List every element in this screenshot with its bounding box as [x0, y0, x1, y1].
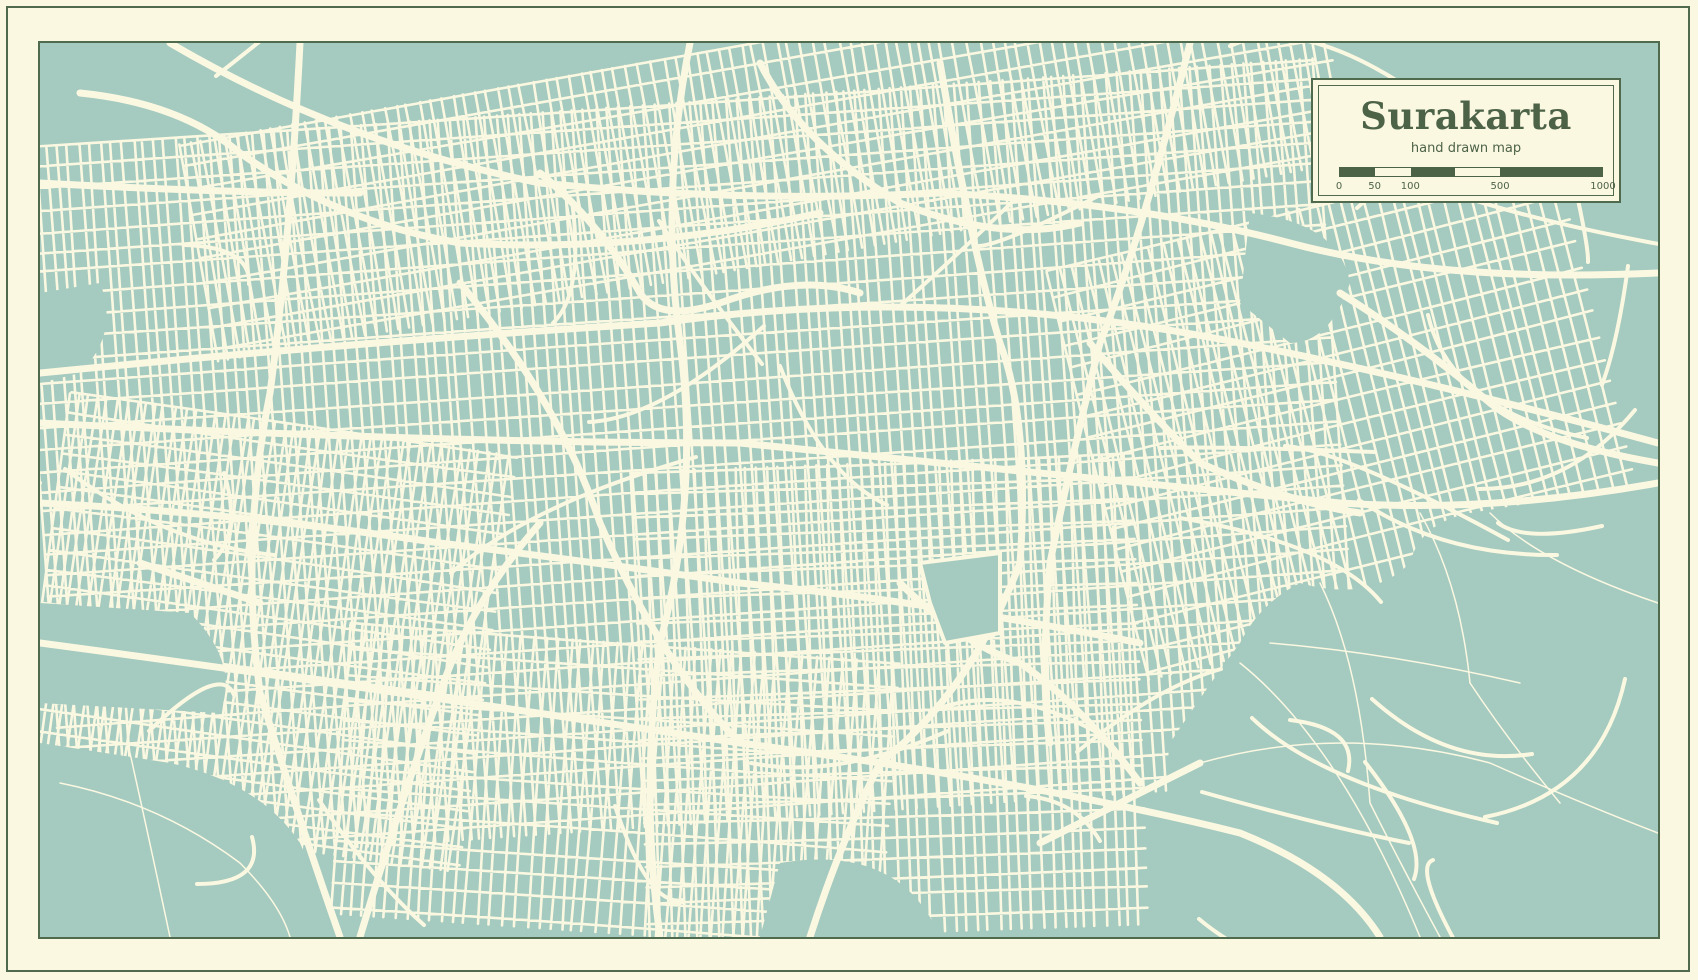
scale-labels: 0 50 100 500 1000 — [1335, 181, 1616, 195]
scale-bar — [1339, 167, 1603, 177]
south-field — [760, 859, 940, 937]
map-subtitle: hand drawn map — [1410, 141, 1522, 156]
map-legend: Surakarta hand drawn map 0 50 100 500 1000 — [1311, 78, 1621, 203]
scale-label: 500 — [1490, 181, 1510, 192]
map-poster: Surakarta hand drawn map 0 50 100 500 1000 — [0, 0, 1698, 980]
scale-bar-segment — [1340, 168, 1376, 176]
scale-bar-segment — [1410, 168, 1456, 176]
secondary-road — [214, 43, 261, 78]
southwest-fields — [40, 743, 340, 937]
scale-bar-segment — [1499, 168, 1602, 176]
scale-label: 1000 — [1590, 181, 1616, 192]
map-title: Surakarta — [1360, 94, 1572, 138]
scale-label: 100 — [1400, 181, 1420, 192]
scale-label: 0 — [1335, 181, 1343, 192]
legend-inner-border: Surakarta hand drawn map 0 50 100 500 1000 — [1318, 85, 1616, 196]
east-plain — [1167, 483, 1658, 937]
secondary-road — [1600, 264, 1630, 387]
scale-label: 50 — [1368, 181, 1381, 192]
